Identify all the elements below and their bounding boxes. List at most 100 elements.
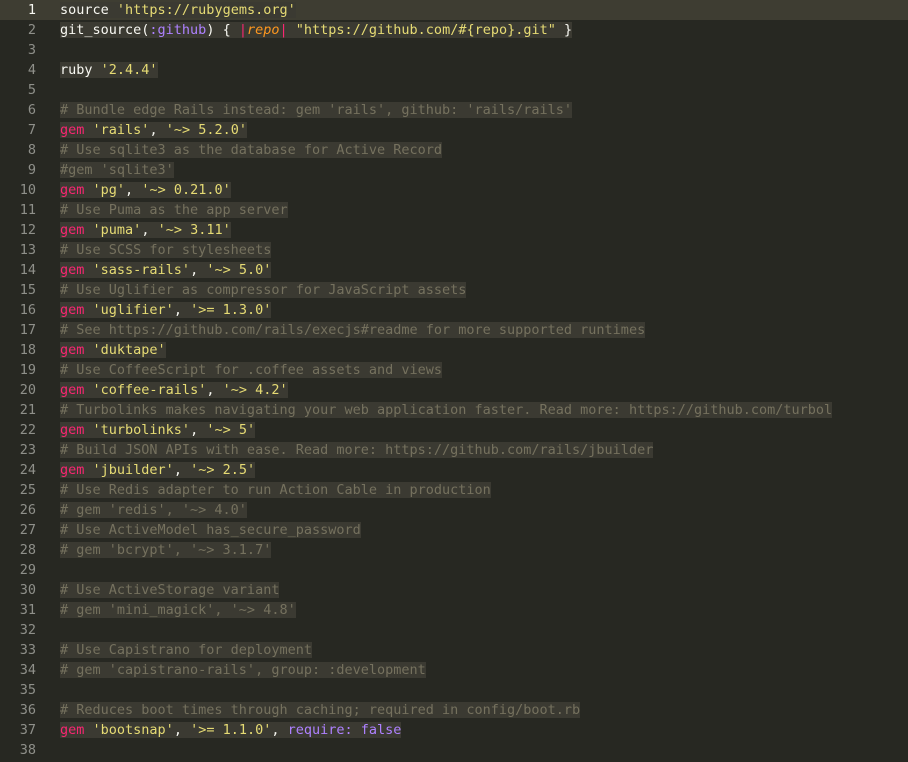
code-token-comment: # Reduces boot times through caching; re… <box>60 702 581 718</box>
code-lines: 1 source 'https://rubygems.org' 2 git_sourc… <box>0 0 908 760</box>
line-number: 17 <box>19 322 36 338</box>
code-line[interactable]: 4 ruby '2.4.4' <box>0 60 908 80</box>
line-number: 23 <box>19 442 36 458</box>
selection-highlight: gem 'jbuilder', '~> 2.5' <box>60 462 256 478</box>
code-line[interactable]: 18 gem 'duktape' <box>0 340 908 360</box>
code-token-str: 'sass-rails' <box>92 262 191 278</box>
code-token-comment: # Turbolinks makes navigating your web a… <box>60 402 833 418</box>
code-line[interactable]: 10 gem 'pg', '~> 0.21.0' <box>0 180 908 200</box>
line-code: # Use sqlite3 as the database for Active… <box>60 140 443 160</box>
line-number: 35 <box>19 682 36 698</box>
line-number: 21 <box>19 402 36 418</box>
line-number: 16 <box>19 302 36 318</box>
code-line[interactable]: 24 gem 'jbuilder', '~> 2.5' <box>0 460 908 480</box>
code-line[interactable]: 29 <box>0 560 908 580</box>
line-code: # gem 'redis', '~> 4.0' <box>60 500 247 520</box>
selection-highlight: # Use Uglifier as compressor for JavaScr… <box>60 282 467 298</box>
code-line[interactable]: 1 source 'https://rubygems.org' <box>0 0 908 20</box>
code-line[interactable]: 20 gem 'coffee-rails', '~> 4.2' <box>0 380 908 400</box>
code-token-comment: #gem 'sqlite3' <box>60 162 174 178</box>
code-line[interactable]: 11 # Use Puma as the app server <box>0 200 908 220</box>
code-token-kw: | <box>238 22 247 38</box>
code-token-param: repo <box>246 22 280 38</box>
code-token-plain: , <box>149 122 166 138</box>
code-token-comment: # gem 'redis', '~> 4.0' <box>60 502 247 518</box>
code-token-sym: false <box>360 722 402 738</box>
selection-highlight: # Bundle edge Rails instead: gem 'rails'… <box>60 102 573 118</box>
code-line[interactable]: 36 # Reduces boot times through caching; … <box>0 700 908 720</box>
code-token-plain: , <box>271 722 288 738</box>
selection-highlight: gem 'uglifier', '>= 1.3.0' <box>60 302 272 318</box>
code-line[interactable]: 6 # Bundle edge Rails instead: gem 'rails… <box>0 100 908 120</box>
code-line[interactable]: 23 # Build JSON APIs with ease. Read more… <box>0 440 908 460</box>
line-number: 22 <box>19 422 36 438</box>
code-line[interactable]: 5 <box>0 80 908 100</box>
code-line[interactable]: 7 gem 'rails', '~> 5.2.0' <box>0 120 908 140</box>
code-token-str: 'turbolinks' <box>92 422 191 438</box>
code-line[interactable]: 8 # Use sqlite3 as the database for Activ… <box>0 140 908 160</box>
code-line[interactable]: 9 #gem 'sqlite3' <box>0 160 908 180</box>
code-token-str: '~> 0.21.0' <box>141 182 231 198</box>
selection-highlight: # Use ActiveStorage variant <box>60 582 280 598</box>
code-line[interactable]: 37 gem 'bootsnap', '>= 1.1.0', require: f… <box>0 720 908 740</box>
code-token-plain: , <box>206 382 223 398</box>
line-number: 13 <box>19 242 36 258</box>
code-line[interactable]: 19 # Use CoffeeScript for .coffee assets … <box>0 360 908 380</box>
code-line[interactable]: 15 # Use Uglifier as compressor for JavaS… <box>0 280 908 300</box>
line-number: 36 <box>19 702 36 718</box>
code-token-comment: # Use ActiveStorage variant <box>60 582 280 598</box>
code-line[interactable]: 35 <box>0 680 908 700</box>
code-line[interactable]: 27 # Use ActiveModel has_secure_password <box>0 520 908 540</box>
code-line[interactable]: 3 <box>0 40 908 60</box>
line-code: gem 'turbolinks', '~> 5' <box>60 420 256 440</box>
code-line[interactable]: 13 # Use SCSS for stylesheets <box>0 240 908 260</box>
code-editor[interactable]: 1 source 'https://rubygems.org' 2 git_sourc… <box>0 0 908 762</box>
line-code: # Turbolinks makes navigating your web a… <box>60 400 833 420</box>
code-line[interactable]: 2 git_source(:github) { |repo| "https://g… <box>0 20 908 40</box>
code-token-str: 'rails' <box>92 122 150 138</box>
code-token-comment: # Use CoffeeScript for .coffee assets an… <box>60 362 443 378</box>
code-token-comment: # gem 'mini_magick', '~> 4.8' <box>60 602 296 618</box>
selection-highlight: # Reduces boot times through caching; re… <box>60 702 581 718</box>
code-token-comment: # Use Puma as the app server <box>60 202 288 218</box>
line-code: # Use SCSS for stylesheets <box>60 240 272 260</box>
line-code: # Bundle edge Rails instead: gem 'rails'… <box>60 100 573 120</box>
line-code: # Use CoffeeScript for .coffee assets an… <box>60 360 443 380</box>
code-line[interactable]: 38 <box>0 740 908 760</box>
code-token-kw: gem <box>60 382 85 398</box>
code-line[interactable]: 34 # gem 'capistrano-rails', group: :deve… <box>0 660 908 680</box>
code-line[interactable]: 30 # Use ActiveStorage variant <box>0 580 908 600</box>
selection-highlight: gem 'duktape' <box>60 342 166 358</box>
code-token-plain: , <box>173 302 191 318</box>
code-line[interactable]: 22 gem 'turbolinks', '~> 5' <box>0 420 908 440</box>
code-line[interactable]: 14 gem 'sass-rails', '~> 5.0' <box>0 260 908 280</box>
line-number: 3 <box>27 42 36 58</box>
code-line[interactable]: 32 <box>0 620 908 640</box>
code-line[interactable]: 25 # Use Redis adapter to run Action Cabl… <box>0 480 908 500</box>
selection-highlight: gem 'puma', '~> 3.11' <box>60 222 231 238</box>
line-code: # Use Redis adapter to run Action Cable … <box>60 480 491 500</box>
code-line[interactable]: 17 # See https://github.com/rails/execjs#… <box>0 320 908 340</box>
line-code: # gem 'mini_magick', '~> 4.8' <box>60 600 296 620</box>
code-token-str: "https://github.com/#{repo}.git" <box>295 22 556 38</box>
code-line[interactable]: 26 # gem 'redis', '~> 4.0' <box>0 500 908 520</box>
code-line[interactable]: 16 gem 'uglifier', '>= 1.3.0' <box>0 300 908 320</box>
code-line[interactable]: 21 # Turbolinks makes navigating your web… <box>0 400 908 420</box>
line-number: 25 <box>19 482 36 498</box>
code-token-plain: , <box>141 222 158 238</box>
code-token-comment: # Bundle edge Rails instead: gem 'rails'… <box>60 102 573 118</box>
selection-highlight: gem 'rails', '~> 5.2.0' <box>60 122 247 138</box>
code-line[interactable]: 31 # gem 'mini_magick', '~> 4.8' <box>0 600 908 620</box>
code-token-comment: # Use Capistrano for deployment <box>60 642 312 658</box>
line-number: 26 <box>19 502 36 518</box>
code-token-comment: # See https://github.com/rails/execjs#re… <box>60 322 646 338</box>
code-token-str: '>= 1.3.0' <box>190 302 272 318</box>
code-line[interactable]: 33 # Use Capistrano for deployment <box>0 640 908 660</box>
code-line[interactable]: 28 # gem 'bcrypt', '~> 3.1.7' <box>0 540 908 560</box>
line-code: # Use ActiveModel has_secure_password <box>60 520 361 540</box>
code-line[interactable]: 12 gem 'puma', '~> 3.11' <box>0 220 908 240</box>
code-token-str: '~> 5.0' <box>206 262 272 278</box>
